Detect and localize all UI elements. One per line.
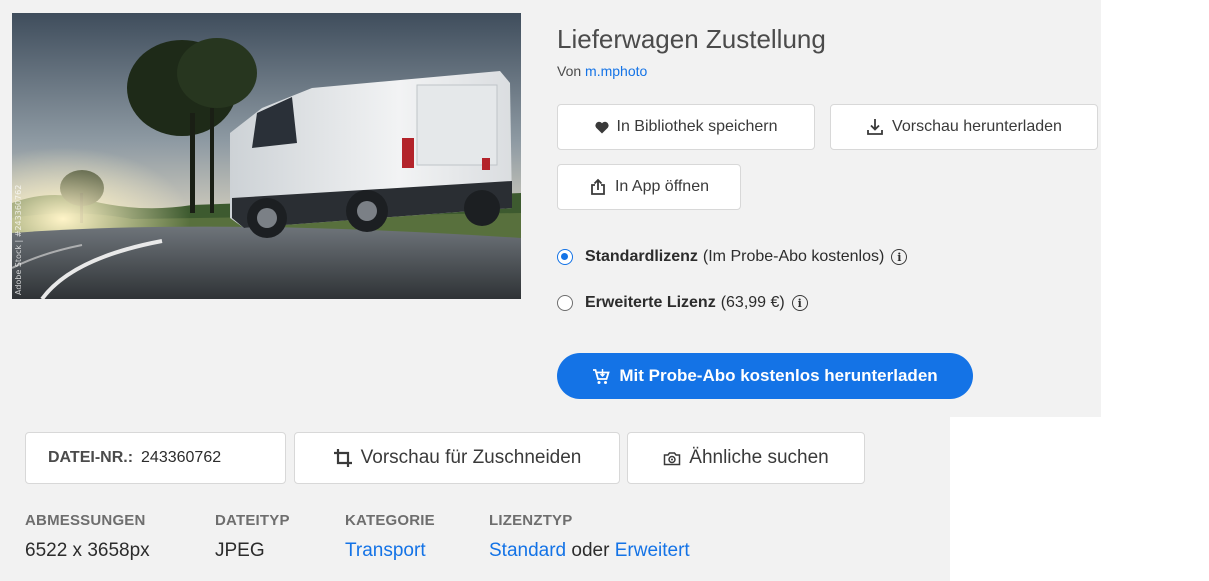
download-icon — [867, 119, 883, 135]
meta-dimensions: ABMESSUNGEN 6522 x 3658px — [25, 512, 150, 562]
category-label: KATEGORIE — [345, 512, 435, 529]
download-preview-button[interactable]: Vorschau herunterladen — [830, 104, 1098, 150]
info-icon[interactable]: i — [891, 249, 908, 265]
heart-icon — [594, 121, 609, 133]
license-extended-link[interactable]: Erweitert — [615, 540, 690, 561]
file-number-box: DATEI-NR.: 243360762 — [25, 432, 286, 484]
license-connector: oder — [571, 540, 610, 561]
download-preview-label: Vorschau herunterladen — [892, 118, 1062, 135]
asset-title: Lieferwagen Zustellung — [557, 24, 826, 54]
license-name-standard: Standardlizenz — [585, 248, 698, 265]
share-icon — [591, 178, 605, 195]
license-detail-standard: (Im Probe-Abo kostenlos) — [702, 248, 885, 265]
file-number-value: 243360762 — [141, 449, 222, 466]
filetype-value: JPEG — [215, 540, 265, 561]
find-similar-label: Ähnliche suchen — [689, 447, 829, 468]
svg-text:Adobe Stock | #243360762: Adobe Stock | #243360762 — [14, 185, 23, 295]
license-option-extended[interactable]: Erweiterte Lizenz (63,99 €) i — [557, 294, 808, 312]
radio-extended[interactable] — [557, 295, 573, 311]
license-detail-extended: (63,99 €) — [720, 294, 785, 311]
camera-icon — [664, 451, 681, 465]
save-to-library-label: In Bibliothek speichern — [616, 118, 778, 135]
find-similar-button[interactable]: Ähnliche suchen — [627, 432, 865, 484]
file-number-label: DATEI-NR.: — [48, 449, 134, 466]
license-name-extended: Erweiterte Lizenz — [585, 294, 716, 311]
dimensions-label: ABMESSUNGEN — [25, 512, 146, 529]
by-prefix: Von — [557, 63, 582, 79]
crop-preview-button[interactable]: Vorschau für Zuschneiden — [294, 432, 620, 484]
author-link[interactable]: m.mphoto — [585, 63, 647, 79]
free-trial-download-button[interactable]: Mit Probe-Abo kostenlos herunterladen — [557, 353, 973, 399]
meta-category: KATEGORIE Transport — [345, 512, 435, 562]
dimensions-value: 6522 x 3658px — [25, 540, 150, 561]
meta-licensetype: LIZENZTYP Standard oder Erweitert — [489, 512, 690, 562]
licensetype-label: LIZENZTYP — [489, 512, 573, 529]
open-in-app-button[interactable]: In App öffnen — [557, 164, 741, 210]
license-standard-link[interactable]: Standard — [489, 540, 566, 561]
radio-standard-selected[interactable] — [557, 249, 573, 265]
save-to-library-button[interactable]: In Bibliothek speichern — [557, 104, 815, 150]
cart-icon — [593, 368, 611, 384]
asset-author-line: Von m.mphoto — [557, 63, 647, 79]
category-link[interactable]: Transport — [345, 540, 426, 561]
info-icon[interactable]: i — [791, 295, 808, 311]
crop-preview-label: Vorschau für Zuschneiden — [360, 447, 582, 468]
asset-preview-image[interactable]: Adobe Stock | #243360762 — [12, 13, 521, 299]
license-option-standard[interactable]: Standardlizenz (Im Probe-Abo kostenlos) … — [557, 248, 908, 266]
filetype-label: DATEITYP — [215, 512, 290, 529]
open-in-app-label: In App öffnen — [614, 178, 709, 195]
meta-filetype: DATEITYP JPEG — [215, 512, 290, 562]
cta-label: Mit Probe-Abo kostenlos herunterladen — [619, 366, 938, 385]
crop-icon — [333, 449, 352, 467]
